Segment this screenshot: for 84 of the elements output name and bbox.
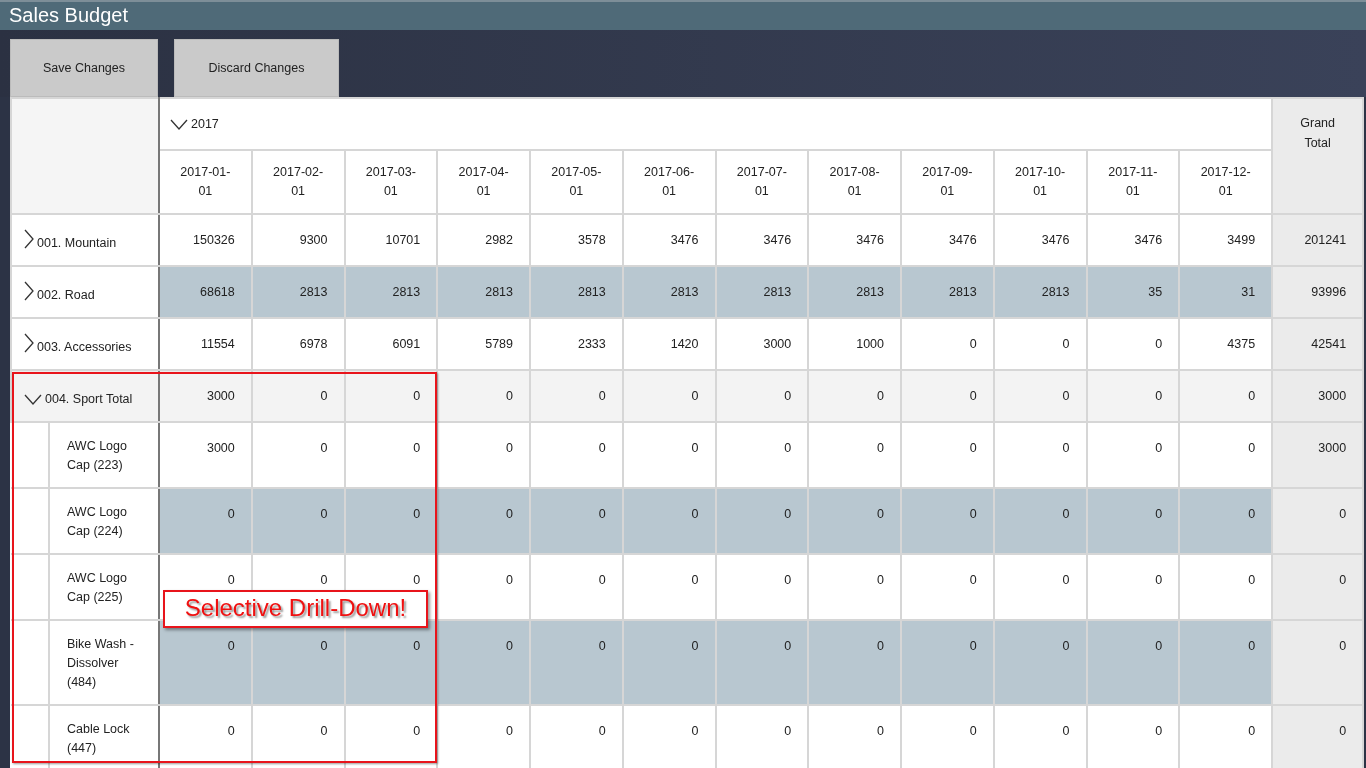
table-cell: 0 (1086, 370, 1180, 422)
table-cell: 0 (901, 620, 994, 705)
table-cell: 0 (715, 370, 809, 422)
table-cell: 3000 (1272, 370, 1364, 422)
column-header: 2017-07-01 (715, 150, 809, 214)
row-label: 001. Mountain (37, 236, 117, 251)
table-cell: 68618 (159, 266, 252, 318)
column-header: 2017-06-01 (622, 150, 716, 214)
table-cell: 0 (1179, 488, 1273, 554)
table-cell: 0 (159, 488, 252, 554)
discard-button[interactable]: Discard Changes (174, 39, 339, 97)
table-cell: 0 (901, 488, 994, 554)
table-cell: 0 (1179, 370, 1273, 422)
row-label: 003. Accessories (37, 340, 132, 355)
table-cell: 0 (1272, 705, 1364, 768)
table-cell: 2813 (530, 266, 623, 318)
table-cell: 93996 (1272, 266, 1364, 318)
chevron-right-icon[interactable] (24, 281, 34, 302)
chevron-down-icon[interactable] (24, 394, 42, 406)
table-cell: 0 (1086, 620, 1180, 705)
table-cell: 2813 (251, 266, 345, 318)
row-label: AWC Logo Cap (223) (11, 422, 159, 488)
table-cell: 0 (808, 620, 901, 705)
table-cell: 0 (437, 370, 530, 422)
column-header: 2017-11-01 (1086, 150, 1180, 214)
chevron-right-icon[interactable] (24, 229, 34, 250)
table-cell: 2813 (622, 266, 716, 318)
table-cell: 3000 (1272, 422, 1364, 488)
table-cell: 0 (901, 370, 994, 422)
table-cell: 0 (437, 620, 530, 705)
table-cell: 2813 (344, 266, 438, 318)
table-cell: 0 (1272, 554, 1364, 620)
table-cell: 0 (530, 488, 623, 554)
table-cell: 201241 (1272, 214, 1364, 266)
row-label: AWC Logo Cap (224) (11, 488, 159, 554)
table-cell: 0 (993, 370, 1087, 422)
table-cell: 0 (808, 488, 901, 554)
table-cell: 0 (251, 370, 345, 422)
table-cell: 3000 (159, 370, 252, 422)
table-cell: 0 (530, 370, 623, 422)
table-cell: 2813 (437, 266, 530, 318)
table-cell: 2813 (715, 266, 809, 318)
table-cell: 0 (993, 620, 1087, 705)
window-title: Sales Budget (8, 4, 128, 26)
column-header: Grand Total (1272, 98, 1364, 214)
table-cell: 2813 (901, 266, 994, 318)
table-cell: 0 (1272, 620, 1364, 705)
table-cell: 2813 (993, 266, 1087, 318)
column-header: 2017-03-01 (344, 150, 438, 214)
table-cell: 31 (1179, 266, 1273, 318)
table-cell: 0 (715, 488, 809, 554)
table-cell: 0 (530, 620, 623, 705)
table-cell: 0 (715, 620, 809, 705)
table-cell: 0 (344, 488, 438, 554)
column-header: 2017-04-01 (437, 150, 530, 214)
year-label: 2017 (191, 116, 219, 131)
table-cell: 0 (1086, 488, 1180, 554)
table-cell: 42541 (1272, 318, 1364, 370)
column-header: 2017-05-01 (530, 150, 623, 214)
row-label: 004. Sport Total (45, 392, 133, 407)
chevron-down-icon[interactable] (170, 118, 188, 130)
table-cell: 0 (1272, 488, 1364, 554)
callout-note: Selective Drill-Down! (163, 590, 428, 628)
column-header: 2017-09-01 (901, 150, 994, 214)
column-header: 2017-01-01 (159, 150, 252, 214)
save-button[interactable]: Save Changes (10, 39, 158, 97)
chevron-right-icon[interactable] (24, 333, 34, 354)
table-cell: 0 (251, 488, 345, 554)
table-cell: 2813 (808, 266, 901, 318)
column-header: 2017-02-01 (251, 150, 345, 214)
table-cell: 0 (1179, 620, 1273, 705)
table-cell: 0 (622, 370, 716, 422)
table-cell: 0 (622, 620, 716, 705)
table-cell: 0 (993, 488, 1087, 554)
row-label: 002. Road (37, 288, 95, 303)
table-cell: 0 (437, 488, 530, 554)
column-header: 2017-08-01 (808, 150, 901, 214)
row-label: AWC Logo Cap (225) (11, 554, 159, 620)
row-label: Bike Wash - Dissolver (484) (11, 620, 159, 705)
row-label: Cable Lock (447) (11, 705, 159, 768)
table-cell: 0 (622, 488, 716, 554)
column-header: 2017-10-01 (993, 150, 1087, 214)
table-cell: 0 (808, 370, 901, 422)
table-cell: 35 (1086, 266, 1180, 318)
